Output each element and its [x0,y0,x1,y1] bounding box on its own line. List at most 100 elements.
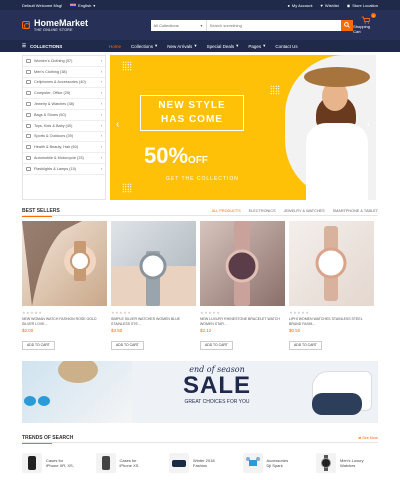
banner-next-arrow-icon[interactable]: › [367,119,370,130]
see-more-link[interactable]: ⇄ See More [358,436,378,440]
product-name[interactable]: SIMPLE SILVER WATCHES WOMEN BLUE STAINLE… [111,317,196,326]
language-label: English [78,2,92,8]
chevron-down-icon: ▾ [93,2,96,8]
search-bar: All Collections ▾ [150,19,354,31]
trend-item[interactable]: Winter 2018 Fashion [169,453,231,473]
cart-icon [361,16,371,24]
sidebar-item-label: Cellphones & Accessories (40) [34,80,86,85]
nav-link-label: Special Deals [206,43,235,49]
cart-count-badge: 0 [371,13,376,18]
product-image[interactable] [111,221,196,306]
product-name[interactable]: NEW WOMAN WATCH FASHION ROSE GOLD SILVER… [22,317,107,326]
logo-tagline: THE ONLINE STORE [34,27,73,32]
chevron-right-icon: › [100,123,102,128]
chevron-right-icon: › [100,58,102,63]
wishlist-label: Wishlist [324,2,339,8]
add-to-cart-button[interactable]: ADD TO CART [22,340,55,350]
product-image[interactable] [22,221,107,306]
product-card[interactable]: ★★★★★ NEW WOMAN WATCH FASHION ROSE GOLD … [22,221,107,351]
store-location-link[interactable]: ◉ Store Location [347,3,378,8]
chevron-down-icon: ▾ [155,43,158,48]
sidebar-item-health-beauty[interactable]: Health & Beauty, Hair (60) › [23,142,105,154]
collections-menu-button[interactable]: ☰ COLLECTIONS [22,43,106,49]
product-card[interactable]: ★★★★★ SIMPLE SILVER WATCHES WOMEN BLUE S… [111,221,196,351]
rating-stars: ★★★★★ [289,310,310,315]
language-selector[interactable]: English ▾ [70,3,95,8]
tab-smartphone-tablet[interactable]: SMARTPHONE & TABLET [333,209,378,213]
uk-flag-icon [70,3,77,7]
product-card[interactable]: ★★★★★ LIPHI WOMEN WATCHES STAINLESS STEE… [289,221,374,351]
search-input[interactable] [206,19,342,31]
phone-case-icon [28,456,36,470]
sidebar-item-automobile[interactable]: Automobile & Motorcycle (23) › [23,153,105,164]
hero-banner[interactable]: NEW STYLE HAS COME 50%OFF GET THE COLLEC… [110,55,376,200]
sidebar-item-sports-outdoors[interactable]: Sports & Outdoors (39) › [23,132,105,143]
add-to-cart-button[interactable]: ADD TO CART [111,340,144,350]
logo[interactable]: HomeMarket THE ONLINE STORE [22,17,151,32]
my-account-link[interactable]: ● My Account [287,3,312,8]
shopping-cart-button[interactable]: 0 Shopping Cart [353,13,378,34]
rating-stars: ★★★★★ [22,310,43,315]
sidebar-item-label: Automobile & Motorcycle (23) [34,156,84,161]
add-to-cart-button[interactable]: ADD TO CART [200,340,233,350]
nav-link-special-deals[interactable]: Special Deals ▾ [207,43,239,49]
chevron-right-icon: › [100,156,102,161]
nav-link-contact-us[interactable]: Contact Us [275,43,297,49]
search-category-dropdown[interactable]: All Collections ▾ [151,19,207,31]
chevron-down-icon: ▾ [236,43,239,48]
product-name[interactable]: LIPHI WOMEN WATCHES STAINLESS STEEL BRAN… [289,317,374,326]
trend-item[interactable]: Men's Luxury Watches [316,453,378,473]
sidebar-item-mens-clothing[interactable]: Men's Clothing (38) › [23,67,105,78]
trend-item[interactable]: Cases for iPhone XS [95,453,158,473]
logo-name: HomeMarket [34,17,89,28]
trend-item[interactable]: Accessories Dji Spark [242,453,305,473]
drone-icon [245,457,260,466]
sidebar-item-cellphones[interactable]: Cellphones & Accessories (40) › [23,78,105,89]
banner-subtitle[interactable]: GET THE COLLECTION [166,176,239,182]
car-icon [26,156,31,161]
nav-link-home[interactable]: Home [109,43,121,49]
wishlist-link[interactable]: ♥ Wishlist [321,3,339,8]
best-sellers-tabs: ALL PRODUCTS ELECTRONICS JEWELRY & WATCH… [212,209,378,213]
product-card[interactable]: ★★★★★ NEW LUXURY RHINESTONE BRACELET WAT… [200,221,285,351]
sidebar-item-bags-shoes[interactable]: Bags & Shoes (50) › [23,110,105,121]
sneaker-image [312,393,362,415]
product-price: $3.50 [111,328,123,333]
sidebar-item-computer-office[interactable]: Computer, Office (25) › [23,88,105,100]
banner-prev-arrow-icon[interactable]: ‹ [116,119,119,130]
sidebar-item-label: Men's Clothing (38) [34,69,67,74]
trend-item[interactable]: Cases for iPhone XR, XS, [22,453,84,473]
sidebar-item-jewelry-watches[interactable]: Jewelry & Watches (38) › [23,99,105,110]
vr-headset-thumb [169,453,189,473]
tab-electronics[interactable]: ELECTRONICS [249,209,276,213]
add-to-cart-button[interactable]: ADD TO CART [289,340,322,350]
product-price: $2.00 [22,328,34,333]
season-sale-banner[interactable]: end of season SALE GREAT CHOICES FOR YOU [22,361,378,423]
product-name[interactable]: NEW LUXURY RHINESTONE BRACELET WATCH WOM… [200,317,285,326]
sidebar-item-label: Women's Clothing (57) [34,58,73,63]
product-image[interactable] [200,221,285,306]
sidebar-item-womens-clothing[interactable]: Women's Clothing (57) › [23,56,105,67]
rating-stars: ★★★★★ [111,310,132,315]
tab-jewelry-watches[interactable]: JEWELRY & WATCHES [284,209,325,213]
search-icon [344,22,350,28]
nav-link-pages[interactable]: Pages ▾ [248,43,265,49]
nav-link-new-arrivals[interactable]: New Arrivals ▾ [167,43,196,49]
main-nav: ☰ COLLECTIONS Home Collections ▾ New Arri… [0,40,400,52]
sidebar-item-flashlights[interactable]: Flashlights & Lamps (15) › [23,164,105,175]
computer-icon [26,91,31,96]
tab-all-products[interactable]: ALL PRODUCTS [212,209,241,213]
watch-icon [321,455,331,471]
chevron-right-icon: › [100,145,102,150]
search-button[interactable] [341,19,354,31]
chevron-right-icon: › [100,91,102,96]
chevron-down-icon: ▾ [263,43,266,48]
product-image[interactable] [289,221,374,306]
sidebar-item-toys-kids-baby[interactable]: Toys, Kids & Baby (40) › [23,121,105,132]
phone-case-thumb [95,453,116,473]
sale-text: SALE [182,372,251,399]
shirt-shape [306,123,368,200]
nav-link-collections[interactable]: Collections ▾ [131,43,157,49]
lamp-icon [26,166,31,171]
sidebar-item-label: Toys, Kids & Baby (40) [34,123,73,128]
